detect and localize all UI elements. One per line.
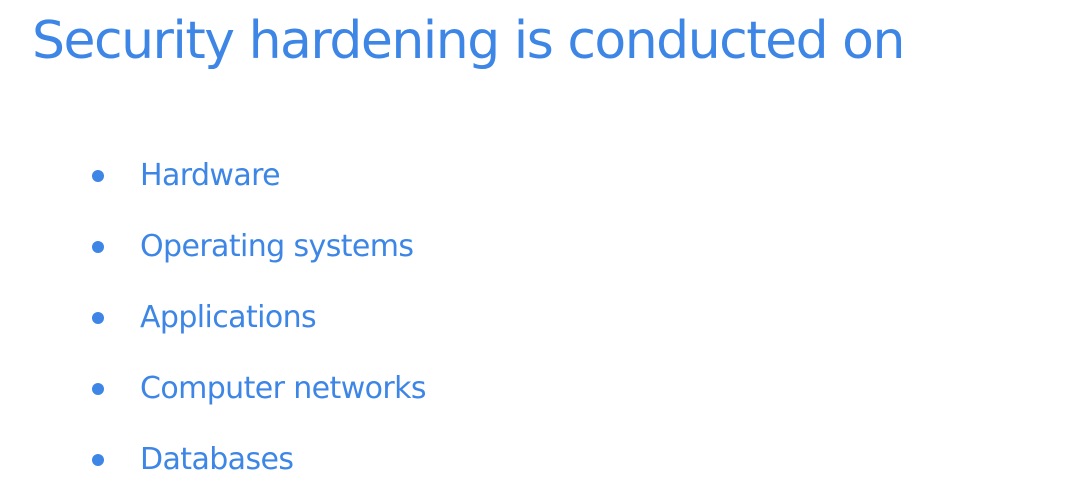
list-item-hardware: Hardware: [90, 140, 426, 211]
bullet-icon: [92, 240, 104, 253]
list-item-label: Databases: [140, 442, 294, 477]
slide-title: Security hardening is conducted on: [32, 11, 905, 71]
list-item-label: Computer networks: [140, 371, 427, 406]
list-item-applications: Applications: [90, 282, 426, 353]
bullet-icon: [92, 169, 104, 182]
list-item-label: Hardware: [140, 158, 281, 193]
bullet-icon: [92, 311, 104, 324]
list-item-label: Operating systems: [140, 229, 414, 264]
bullet-icon: [92, 382, 104, 395]
list-item-operating-systems: Operating systems: [90, 211, 426, 282]
bullet-list: Hardware Operating systems Applications …: [90, 140, 427, 486]
list-item-databases: Databases: [90, 424, 426, 486]
list-item-computer-networks: Computer networks: [90, 353, 427, 424]
list-item-label: Applications: [140, 300, 317, 335]
slide: Security hardening is conducted on Hardw…: [0, 0, 1089, 486]
bullet-icon: [92, 453, 104, 466]
